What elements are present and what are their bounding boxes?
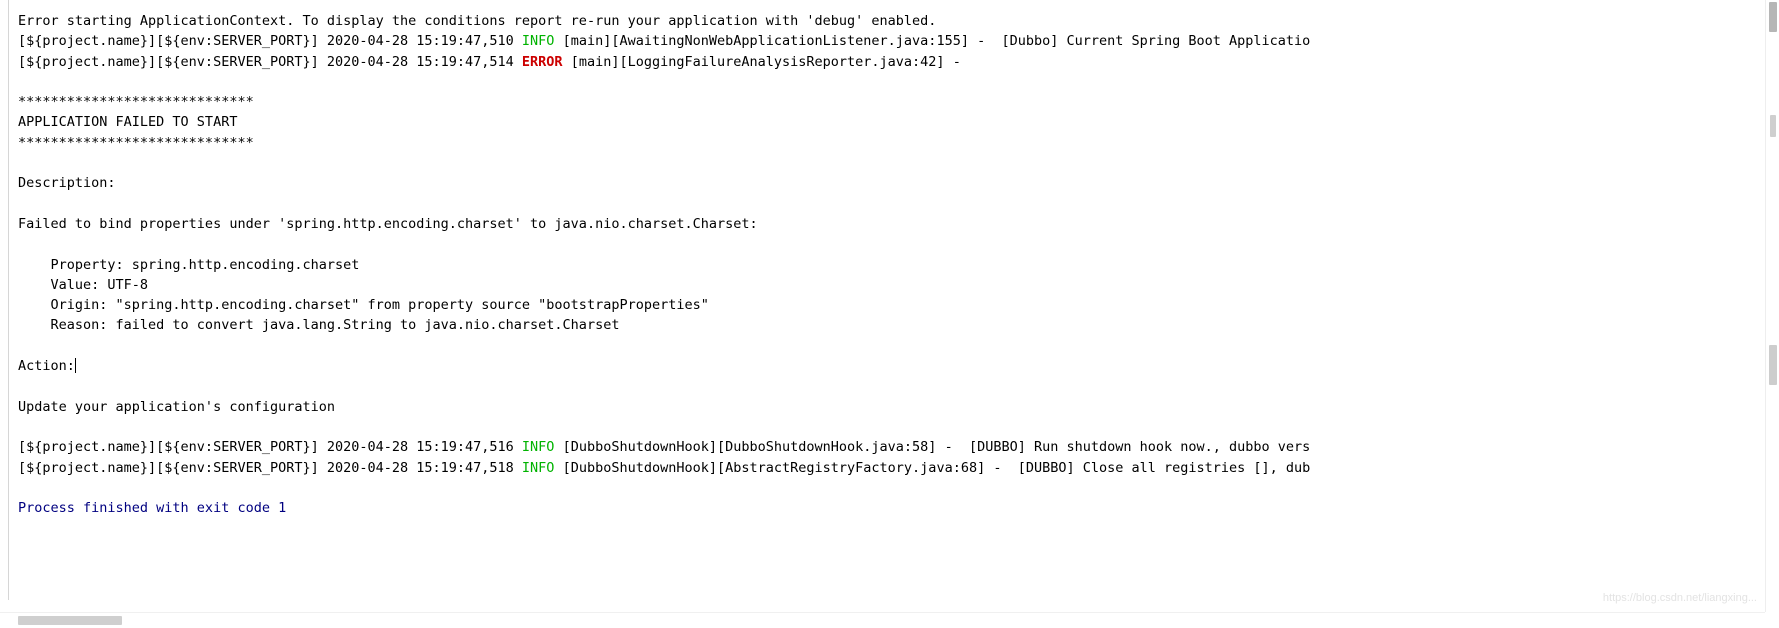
line-process-finished: Process finished with exit code 1 [18, 498, 1765, 518]
vertical-scrollbar[interactable] [1765, 0, 1779, 612]
console-text-segment: INFO [521, 439, 555, 456]
console-text-segment: ***************************** [18, 94, 254, 111]
line-action-label: Action: [18, 356, 1765, 376]
console-text-segment [18, 155, 26, 171]
line-blank-2 [18, 153, 1765, 173]
console-text-segment: ERROR [521, 53, 563, 70]
console-text-segment: [${project.name}][${env:SERVER_PORT}] 20… [18, 33, 522, 50]
line-banner-top: ***************************** [18, 92, 1765, 112]
console-text-segment [18, 338, 26, 354]
console-text-segment: [main][AwaitingNonWebApplicationListener… [554, 33, 1311, 50]
console-text-segment [18, 378, 26, 394]
console-text-content[interactable]: Error starting ApplicationContext. To di… [18, 11, 1765, 518]
console-text-segment [18, 74, 26, 90]
line-failed-to-bind: Failed to bind properties under 'spring.… [18, 214, 1765, 234]
line-banner-title: APPLICATION FAILED TO START [18, 112, 1765, 132]
console-text-segment: Value: UTF-8 [18, 276, 149, 293]
line-description-label: Description: [18, 173, 1765, 193]
line-blank-4 [18, 234, 1765, 254]
console-text-segment: Update your application's configuration [18, 398, 335, 415]
vertical-scrollbar-error-marker[interactable] [1770, 115, 1776, 137]
console-text-segment: ***************************** [18, 134, 254, 151]
console-text-segment: Error starting ApplicationContext. To di… [18, 13, 937, 29]
console-text-segment [18, 236, 26, 252]
line-error-failure-reporter: [${project.name}][${env:SERVER_PORT}] 20… [18, 52, 1765, 72]
line-blank-8 [18, 478, 1765, 498]
console-output-viewport[interactable]: Error starting ApplicationContext. To di… [0, 0, 1765, 612]
vertical-scrollbar-thumb[interactable] [1769, 2, 1777, 32]
line-blank-3 [18, 194, 1765, 214]
line-reason: Reason: failed to convert java.lang.Stri… [18, 315, 1765, 335]
console-text-segment [18, 196, 26, 212]
console-text-segment: INFO [521, 33, 555, 50]
console-text-segment: [${project.name}][${env:SERVER_PORT}] 20… [18, 53, 522, 70]
console-text-segment: Description: [18, 175, 116, 192]
console-text-segment [18, 480, 26, 496]
line-property: Property: spring.http.encoding.charset [18, 255, 1765, 275]
line-blank-1 [18, 72, 1765, 92]
console-text-segment: Failed to bind properties under 'spring.… [18, 215, 758, 232]
console-text-segment: Action: [18, 358, 75, 375]
line-origin: Origin: "spring.http.encoding.charset" f… [18, 295, 1765, 315]
line-value: Value: UTF-8 [18, 275, 1765, 295]
console-text-segment: [DubboShutdownHook][DubboShutdownHook.ja… [554, 439, 1311, 456]
horizontal-scrollbar-thumb[interactable] [18, 616, 122, 625]
console-text-segment: INFO [521, 459, 555, 476]
console-text-segment: Process finished with exit code 1 [18, 500, 287, 517]
text-caret [74, 358, 76, 374]
line-info-close-registries: [${project.name}][${env:SERVER_PORT}] 20… [18, 458, 1765, 478]
vertical-scrollbar-track-marker[interactable] [1769, 345, 1777, 385]
console-text-segment: APPLICATION FAILED TO START [18, 114, 238, 131]
console-text-segment: Origin: "spring.http.encoding.charset" f… [18, 297, 709, 314]
line-blank-7 [18, 417, 1765, 437]
watermark-text: https://blog.csdn.net/liangxing... [1602, 592, 1757, 604]
console-text-segment: Property: spring.http.encoding.charset [18, 256, 360, 273]
line-info-shutdown-hook: [${project.name}][${env:SERVER_PORT}] 20… [18, 437, 1765, 457]
line-blank-5 [18, 336, 1765, 356]
line-blank-6 [18, 376, 1765, 396]
console-text-segment: [main][LoggingFailureAnalysisReporter.ja… [562, 53, 961, 70]
line-action-body: Update your application's configuration [18, 397, 1765, 417]
console-text-segment [18, 419, 26, 435]
run-console-panel: Error starting ApplicationContext. To di… [0, 0, 1779, 628]
console-text-segment: [${project.name}][${env:SERVER_PORT}] 20… [18, 439, 522, 456]
line-banner-bottom: ***************************** [18, 133, 1765, 153]
console-text-segment: [DubboShutdownHook][AbstractRegistryFact… [554, 459, 1311, 476]
line-app-context-error: Error starting ApplicationContext. To di… [18, 11, 1765, 31]
console-text-segment: [${project.name}][${env:SERVER_PORT}] 20… [18, 459, 522, 476]
line-info-awaiting-listener: [${project.name}][${env:SERVER_PORT}] 20… [18, 31, 1765, 51]
horizontal-scrollbar[interactable] [0, 612, 1765, 628]
console-text-segment: Reason: failed to convert java.lang.Stri… [18, 317, 620, 334]
